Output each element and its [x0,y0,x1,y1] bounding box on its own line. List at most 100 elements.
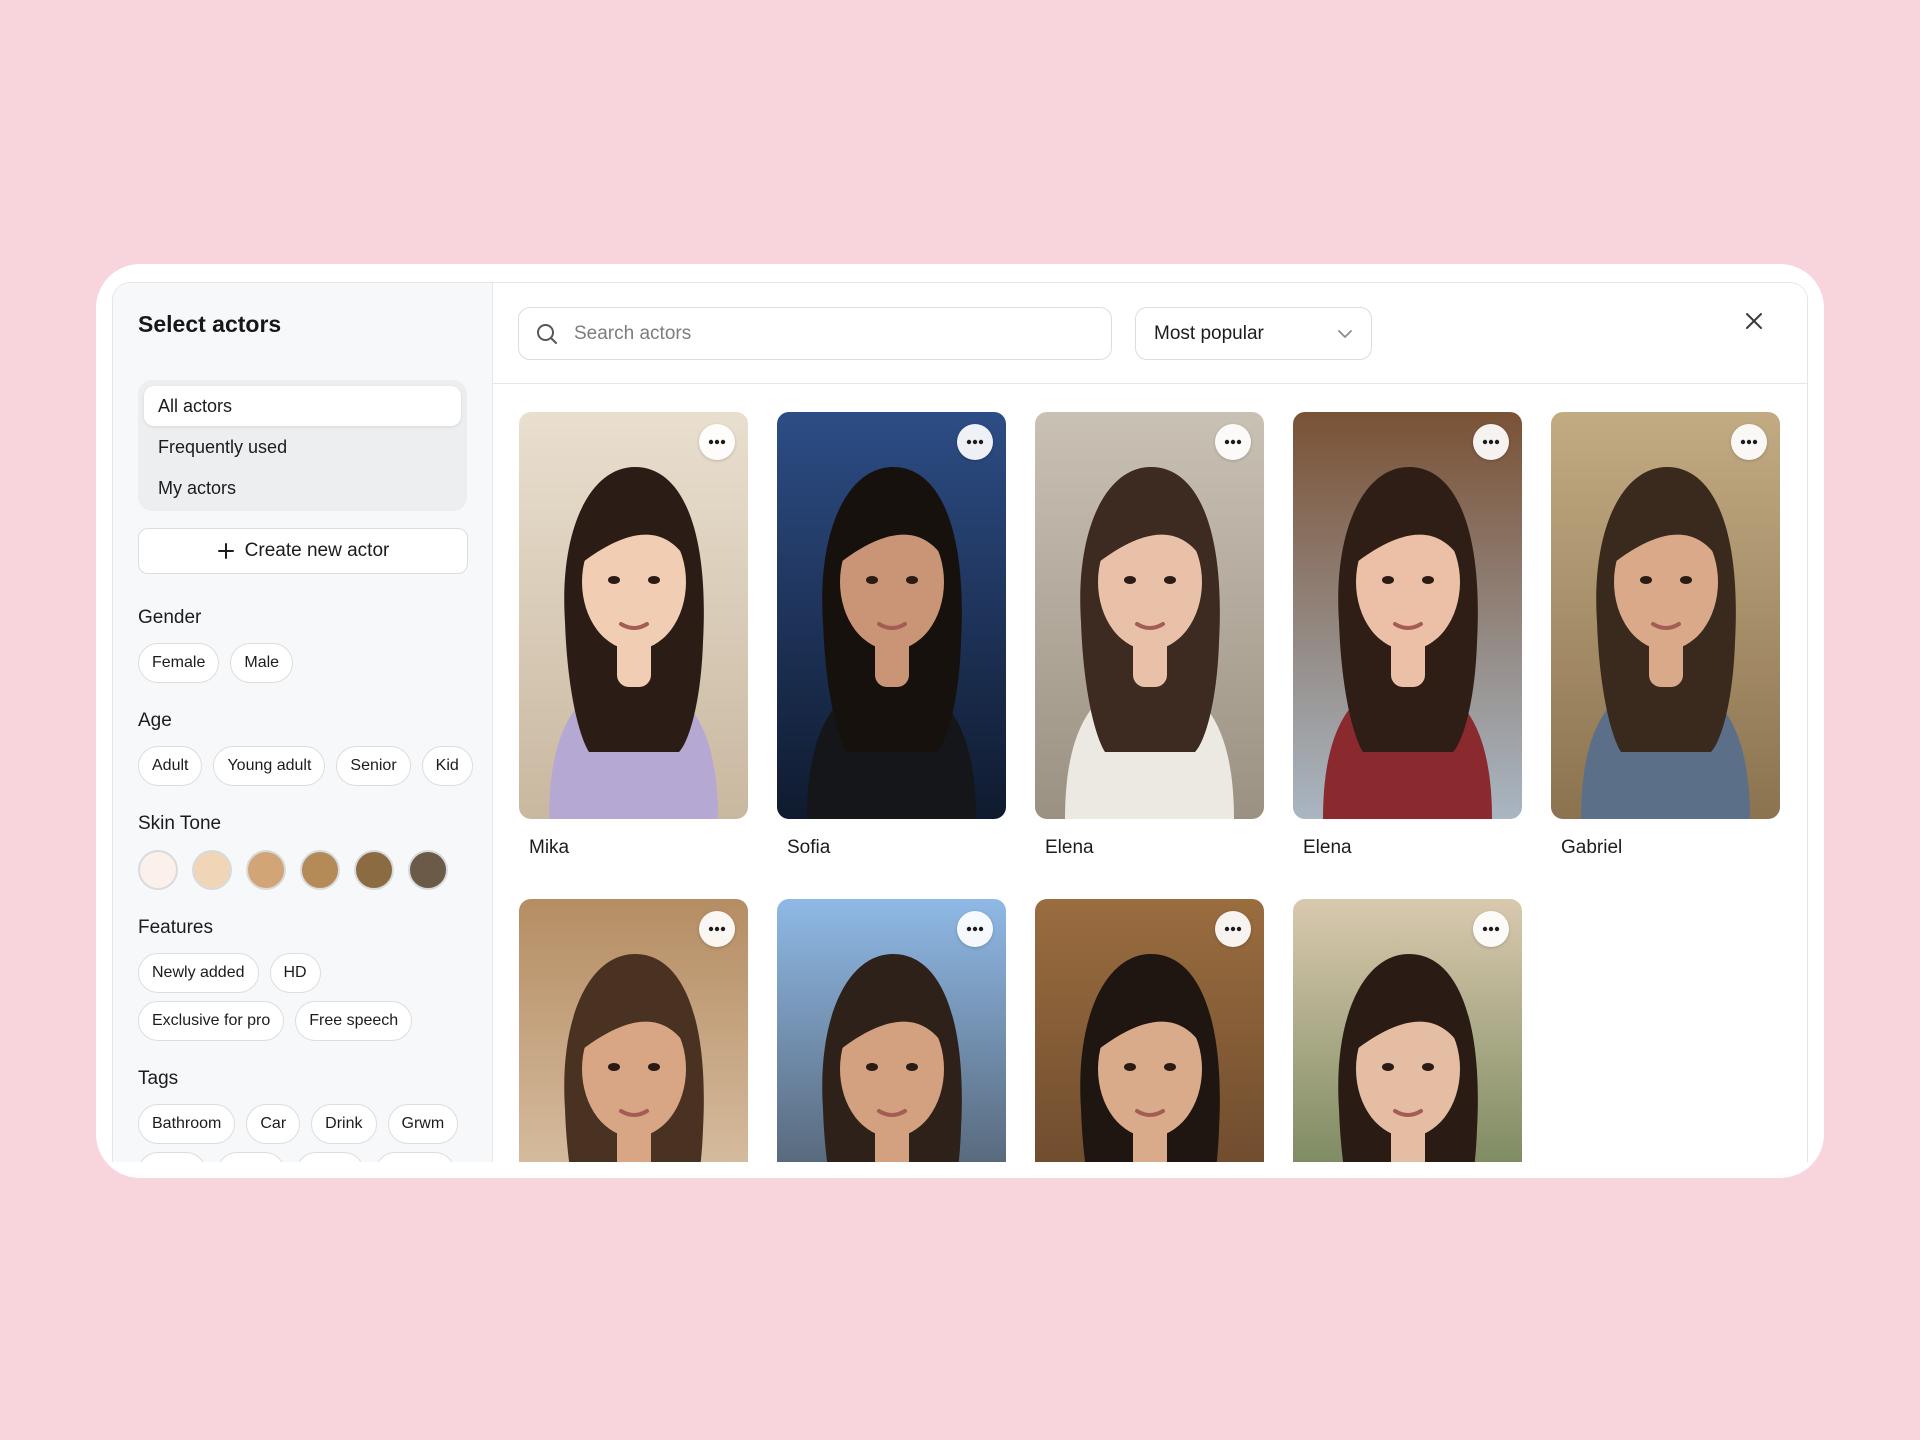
age-filter: Adult Young adult Senior Kid [138,746,473,786]
nav-item-all-actors[interactable]: All actors [144,386,461,426]
chip-newly-added[interactable]: Newly added [138,953,259,993]
actor-portrait-image [777,412,1006,819]
actor-portrait-image [519,412,748,819]
close-button[interactable] [1740,307,1768,335]
plus-icon [217,543,234,559]
gender-label: Gender [138,607,202,628]
actor-name: Mika [529,837,570,858]
create-new-actor-label: Create new actor [244,540,390,561]
more-options-button[interactable] [1473,911,1509,947]
features-label: Features [138,917,213,938]
actor-card[interactable]: Mika [519,412,748,859]
chip-male[interactable]: Male [230,643,294,683]
actor-name: Sofia [787,837,831,858]
chip-bathroom[interactable]: Bathroom [138,1104,236,1144]
chip-hd[interactable]: HD [269,953,321,993]
more-options-button[interactable] [1215,424,1251,460]
actor-card[interactable]: Gabriel [1551,412,1780,859]
skin-tone-swatch[interactable] [300,850,340,890]
actor-portrait-image [1293,412,1522,819]
chip-tag-partial[interactable] [217,1152,285,1162]
nav-item-my-actors[interactable]: My actors [144,468,461,508]
actor-thumbnail[interactable] [1551,412,1780,819]
sort-dropdown-value: Most popular [1154,322,1264,344]
chip-tag-partial[interactable] [296,1152,364,1162]
actor-name: Elena [1303,837,1352,858]
actor-name: Gabriel [1561,837,1623,858]
skin-tone-label: Skin Tone [138,813,222,834]
actor-thumbnail[interactable] [1293,412,1522,819]
actor-thumbnail[interactable] [519,899,748,1162]
gender-filter: Female Male [138,643,294,683]
chip-free-speech[interactable]: Free speech [295,1001,413,1041]
tags-label: Tags [138,1068,179,1089]
more-options-button[interactable] [957,911,993,947]
tags-filter-row-2 [138,1152,455,1162]
actor-grid: Mika Sofia Elena Elena Gabriel [519,412,1807,1162]
actor-portrait-image [1551,412,1780,819]
chip-tag-partial[interactable] [138,1152,206,1162]
actor-card[interactable] [777,899,1006,1162]
actor-card[interactable]: Elena [1035,412,1264,859]
skin-tone-swatch[interactable] [138,850,178,890]
actor-thumbnail[interactable] [777,412,1006,819]
chip-exclusive-for-pro[interactable]: Exclusive for pro [138,1001,285,1041]
select-actors-dialog: Select actors All actors Frequently used… [112,282,1808,1162]
more-horizontal-icon [1482,439,1500,445]
more-horizontal-icon [1740,439,1758,445]
filter-sidebar: Select actors All actors Frequently used… [113,283,493,1162]
actor-thumbnail[interactable] [1035,412,1264,819]
search-input[interactable] [574,322,1074,345]
more-options-button[interactable] [1215,911,1251,947]
more-options-button[interactable] [699,911,735,947]
chip-kid[interactable]: Kid [421,746,473,786]
skin-tone-swatch[interactable] [408,850,448,890]
chip-senior[interactable]: Senior [336,746,411,786]
actor-card[interactable] [1293,899,1522,1162]
chip-drink[interactable]: Drink [311,1104,377,1144]
actor-thumbnail[interactable] [1035,899,1264,1162]
more-options-button[interactable] [1473,424,1509,460]
actor-browser: Most popular Mika Sofia Elena Elena Gabriel [493,283,1807,1162]
actor-card[interactable] [1035,899,1264,1162]
chip-young-adult[interactable]: Young adult [213,746,326,786]
more-horizontal-icon [1224,926,1242,932]
more-options-button[interactable] [957,424,993,460]
skin-tone-swatch[interactable] [246,850,286,890]
dialog-title: Select actors [138,311,282,337]
age-label: Age [138,710,172,731]
skin-tone-swatch[interactable] [192,850,232,890]
actor-thumbnail[interactable] [1293,899,1522,1162]
chip-adult[interactable]: Adult [138,746,203,786]
more-options-button[interactable] [1731,424,1767,460]
more-horizontal-icon [708,926,726,932]
search-box[interactable] [518,307,1112,360]
actor-thumbnail[interactable] [519,412,748,819]
more-horizontal-icon [1224,439,1242,445]
actor-thumbnail[interactable] [777,899,1006,1162]
nav-item-frequently-used[interactable]: Frequently used [144,427,461,467]
actor-category-nav: All actors Frequently used My actors [138,380,467,511]
more-horizontal-icon [1482,926,1500,932]
chevron-down-icon [1338,329,1352,338]
chip-car[interactable]: Car [246,1104,301,1144]
actor-card[interactable]: Elena [1293,412,1522,859]
more-horizontal-icon [966,926,984,932]
features-filter-row-2: Exclusive for pro Free speech [138,1001,413,1041]
more-horizontal-icon [966,439,984,445]
top-bar: Most popular [493,283,1807,384]
skin-tone-swatch[interactable] [354,850,394,890]
tags-filter: Bathroom Car Drink Grwm [138,1104,459,1144]
actor-card[interactable] [519,899,748,1162]
chip-female[interactable]: Female [138,643,220,683]
close-icon [1746,313,1762,329]
sort-dropdown[interactable]: Most popular [1135,307,1372,360]
search-icon [537,323,557,344]
create-new-actor-button[interactable]: Create new actor [138,528,468,574]
more-options-button[interactable] [699,424,735,460]
chip-grwm[interactable]: Grwm [387,1104,459,1144]
actor-card[interactable]: Sofia [777,412,1006,859]
features-filter: Newly added HD [138,953,321,993]
more-horizontal-icon [708,439,726,445]
chip-tag-partial[interactable] [375,1152,455,1162]
